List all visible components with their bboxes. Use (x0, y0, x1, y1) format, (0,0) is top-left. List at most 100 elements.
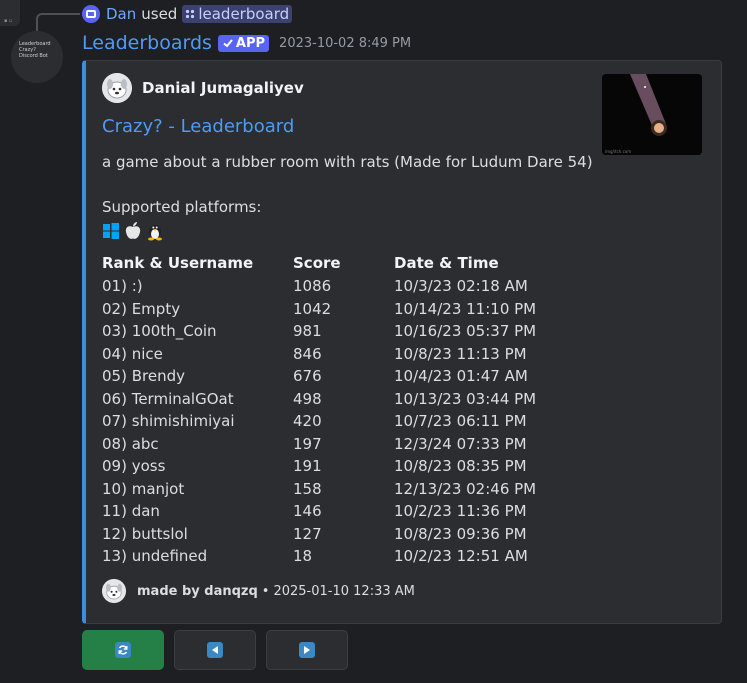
bot-name[interactable]: Leaderboards (82, 32, 212, 54)
previous-page-button[interactable] (174, 630, 256, 670)
row-date-time: 10/8/23 11:13 PM (394, 344, 527, 363)
row-rank-username: 10) manjot (102, 479, 185, 498)
row-rank-username: 08) abc (102, 434, 159, 453)
table-row: 05) Brendy 676 10/4/23 01:47 AM (102, 365, 594, 388)
refresh-icon (115, 642, 131, 658)
game-screenshot-image (602, 74, 702, 155)
table-row: 11) dan 146 10/2/23 11:36 PM (102, 500, 594, 523)
row-date-time: 10/2/23 12:51 AM (394, 547, 528, 566)
table-row: 01) :) 1086 10/3/23 02:18 AM (102, 275, 594, 298)
previous-message-stub: ▪ ▫ (0, 0, 20, 26)
command-name: leaderboard (198, 5, 290, 23)
footer-avatar (102, 579, 126, 603)
row-date-time: 10/4/23 01:47 AM (394, 367, 528, 386)
dog-avatar-icon (102, 579, 126, 603)
command-mention[interactable]: leaderboard (182, 5, 293, 23)
table-header-row: Rank & Username Score Date & Time (102, 251, 594, 275)
row-score: 197 (293, 434, 322, 453)
row-rank-username: 03) 100th_Coin (102, 322, 217, 341)
row-rank-username: 12) buttslol (102, 524, 188, 543)
row-score: 846 (293, 344, 322, 363)
header-score: Score (293, 254, 341, 272)
arrow-right-icon (299, 642, 315, 658)
row-date-time: 10/16/23 05:37 PM (394, 322, 537, 341)
row-score: 18 (293, 547, 313, 566)
bot-avatar[interactable]: Leaderboard Crazy? Discord Bot (11, 31, 63, 83)
message-header: Leaderboards APP 2023-10-02 8:49 PM (82, 32, 411, 54)
row-date-time: 10/13/23 03:44 PM (394, 389, 537, 408)
table-row: 09) yoss 191 10/8/23 08:35 PM (102, 455, 594, 478)
platforms-label: Supported platforms: (102, 198, 262, 216)
row-rank-username: 05) Brendy (102, 367, 185, 386)
embed-author-name[interactable]: Danial Jumagaliyev (142, 79, 304, 97)
author-avatar (102, 73, 132, 103)
linux-icon (148, 225, 162, 241)
platform-icons (102, 221, 164, 241)
row-date-time: 10/2/23 11:36 PM (394, 502, 527, 521)
verified-check-icon (223, 39, 233, 48)
table-row: 07) shimishimiyai 420 10/7/23 06:11 PM (102, 410, 594, 433)
apple-icon (125, 222, 141, 239)
next-page-button[interactable] (266, 630, 348, 670)
row-score: 981 (293, 322, 322, 341)
table-row: 04) nice 846 10/8/23 11:13 PM (102, 343, 594, 366)
refresh-button[interactable] (82, 630, 164, 670)
dog-avatar-icon (102, 73, 132, 103)
row-score: 127 (293, 524, 322, 543)
row-date-time: 10/8/23 08:35 PM (394, 457, 527, 476)
table-body: 01) :) 1086 10/3/23 02:18 AM 02) Empty 1042 1… (102, 275, 594, 568)
table-row: 03) 100th_Coin 981 10/16/23 05:37 PM (102, 320, 594, 343)
row-score: 158 (293, 479, 322, 498)
footer-text: made by danqzq (137, 583, 258, 599)
table-row: 06) TerminalGOat 498 10/13/23 03:44 PM (102, 388, 594, 411)
user-avatar[interactable] (82, 5, 100, 23)
message-timestamp[interactable]: 2023-10-02 8:49 PM (279, 36, 411, 51)
user-avatar-icon (86, 10, 96, 18)
app-badge: APP (217, 34, 270, 52)
table-row: 12) buttslol 127 10/8/23 09:36 PM (102, 523, 594, 546)
row-rank-username: 04) nice (102, 344, 163, 363)
footer-timestamp: 2025-01-10 12:33 AM (273, 583, 415, 599)
row-rank-username: 09) yoss (102, 457, 166, 476)
header-rank-username: Rank & Username (102, 254, 254, 272)
leaderboard-embed: Danial Jumagaliyev img/itch.com Crazy? -… (82, 60, 722, 624)
embed-thumbnail[interactable]: img/itch.com (602, 74, 702, 155)
row-score: 1086 (293, 277, 332, 296)
row-score: 146 (293, 502, 322, 521)
row-score: 420 (293, 412, 322, 431)
bot-avatar-text: Leaderboard Crazy? Discord Bot (19, 41, 51, 59)
row-score: 191 (293, 457, 322, 476)
row-date-time: 10/14/23 11:10 PM (394, 299, 537, 318)
row-rank-username: 13) undefined (102, 547, 208, 566)
table-row: 02) Empty 1042 10/14/23 11:10 PM (102, 298, 594, 321)
row-date-time: 10/8/23 09:36 PM (394, 524, 527, 543)
command-invocation[interactable]: Dan used leaderboard (82, 4, 293, 24)
stub-mark: ▪ ▫ (4, 18, 13, 24)
thumbnail-caption: img/itch.com (605, 149, 632, 154)
row-rank-username: 02) Empty (102, 299, 181, 318)
row-rank-username: 11) dan (102, 502, 160, 521)
row-date-time: 10/7/23 06:11 PM (394, 412, 527, 431)
footer-separator: • (261, 583, 270, 599)
app-badge-label: APP (235, 35, 266, 51)
avatar-line: Discord Bot (19, 53, 48, 59)
row-date-time: 10/3/23 02:18 AM (394, 277, 528, 296)
table-row: 13) undefined 18 10/2/23 12:51 AM (102, 545, 594, 568)
row-date-time: 12/3/24 07:33 PM (394, 434, 527, 453)
reply-used-text: used (141, 5, 178, 23)
embed-footer: made by danqzq • 2025-01-10 12:33 AM (102, 579, 415, 603)
slash-command-icon (186, 9, 195, 19)
row-date-time: 12/13/23 02:46 PM (394, 479, 537, 498)
embed-author: Danial Jumagaliyev (102, 73, 304, 103)
leaderboard-table: Rank & Username Score Date & Time 01) :)… (102, 251, 594, 568)
row-score: 498 (293, 389, 322, 408)
row-rank-username: 07) shimishimiyai (102, 412, 235, 431)
table-row: 08) abc 197 12/3/24 07:33 PM (102, 433, 594, 456)
embed-title-link[interactable]: Crazy? - Leaderboard (102, 116, 294, 137)
row-rank-username: 06) TerminalGOat (102, 389, 234, 408)
row-score: 1042 (293, 299, 332, 318)
reply-user-name[interactable]: Dan (106, 5, 136, 23)
header-date-time: Date & Time (394, 254, 499, 272)
table-row: 10) manjot 158 12/13/23 02:46 PM (102, 478, 594, 501)
reply-connector (36, 13, 80, 33)
